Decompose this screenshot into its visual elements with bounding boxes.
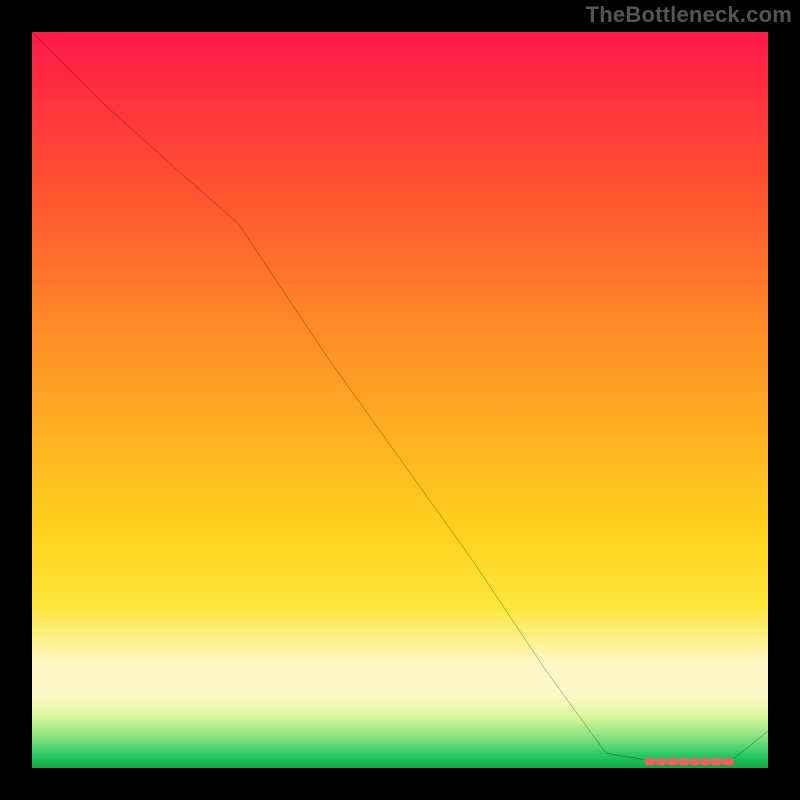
watermark-text: TheBottleneck.com bbox=[586, 2, 792, 28]
highlight-dots bbox=[644, 757, 735, 765]
plot-area bbox=[32, 32, 768, 768]
chart-stage: TheBottleneck.com bbox=[0, 0, 800, 800]
highlight-dot bbox=[721, 757, 734, 765]
chart-svg bbox=[32, 32, 768, 768]
main-curve bbox=[32, 32, 768, 761]
